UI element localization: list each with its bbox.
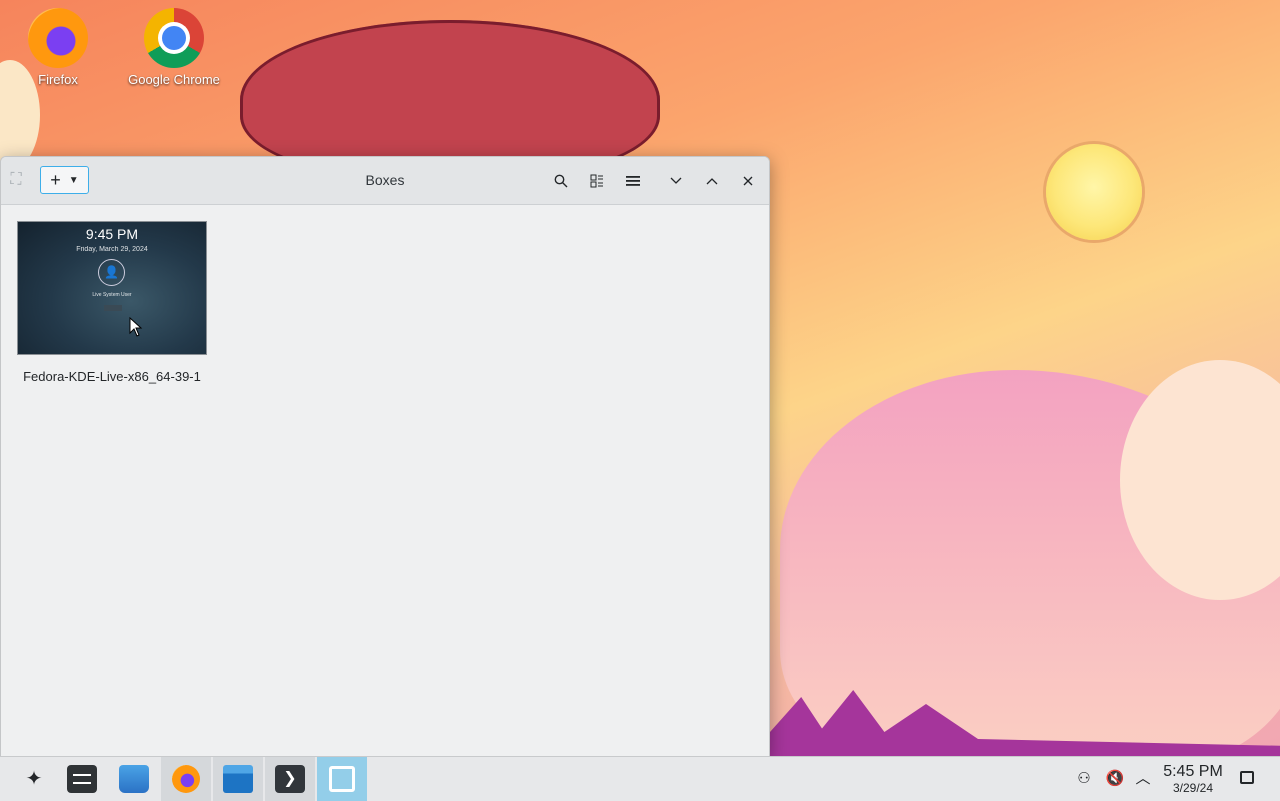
tray-expand-icon[interactable]: ︿: [1133, 769, 1153, 789]
desktop-icon-firefox[interactable]: Firefox: [3, 0, 113, 87]
close-icon: [743, 176, 753, 186]
minimize-icon: [670, 177, 682, 184]
taskbar-system-settings[interactable]: [57, 757, 107, 801]
volume-muted-icon[interactable]: 🔇: [1105, 769, 1125, 789]
user-avatar-icon: 👤: [98, 259, 125, 286]
taskbar-firefox[interactable]: [161, 757, 211, 801]
titlebar[interactable]: ⛶ + ▼ Boxes: [1, 157, 769, 205]
maximize-button[interactable]: [700, 169, 724, 193]
terminal-icon: ❯: [275, 765, 305, 793]
search-button[interactable]: [549, 169, 573, 193]
mouse-cursor-icon: [129, 317, 143, 337]
chrome-icon: [144, 8, 204, 68]
firefox-icon: [28, 8, 88, 68]
vm-preview-time: 9:45 PM: [85, 226, 139, 242]
clock[interactable]: 5:45 PM 3/29/24: [1160, 763, 1226, 795]
desktop-icon-label: Firefox: [38, 72, 78, 87]
vm-name[interactable]: Fedora-KDE-Live-x86_64-39-1: [17, 369, 207, 384]
vm-preview-user: Live System User: [92, 292, 132, 298]
desktop-icon-chrome[interactable]: Google Chrome: [119, 0, 229, 87]
system-settings-icon: [67, 765, 97, 793]
desktop-icon-label: Google Chrome: [128, 72, 220, 87]
vm-preview-login-button: [104, 305, 122, 311]
firefox-icon: [172, 765, 200, 793]
clock-time: 5:45 PM: [1163, 763, 1223, 780]
hamburger-menu-button[interactable]: [621, 169, 645, 193]
boxes-window: ⛶ + ▼ Boxes 9:45 PM Friday, March 29, 20…: [0, 156, 770, 758]
window-title: Boxes: [365, 172, 405, 188]
view-toggle-icon: [590, 174, 603, 188]
wallpaper-sun: [1046, 144, 1142, 240]
application-launcher-icon[interactable]: ✦: [20, 765, 48, 793]
menu-icon: [626, 176, 640, 186]
close-button[interactable]: [736, 169, 760, 193]
taskbar-discover[interactable]: [109, 757, 159, 801]
taskbar-boxes[interactable]: [317, 757, 367, 801]
vm-thumbnail[interactable]: 9:45 PM Friday, March 29, 2024 👤 Live Sy…: [17, 221, 207, 355]
boxes-icon: [329, 766, 355, 792]
taskbar: ✦ ❯ ⚇ 🔇 ︿ 5:45 PM 3/29/24: [0, 756, 1280, 801]
view-toggle-button[interactable]: [585, 169, 609, 193]
taskbar-terminal[interactable]: ❯: [265, 757, 315, 801]
maximize-icon: [706, 178, 718, 185]
minimize-button[interactable]: [664, 169, 688, 193]
network-icon[interactable]: ⚇: [1074, 769, 1094, 789]
vm-preview-date: Friday, March 29, 2024: [76, 246, 148, 253]
vm-grid: 9:45 PM Friday, March 29, 2024 👤 Live Sy…: [1, 205, 769, 757]
search-icon: [554, 174, 568, 188]
show-desktop-icon[interactable]: [1240, 771, 1254, 784]
files-icon: [223, 765, 253, 793]
clock-date: 3/29/24: [1172, 781, 1214, 795]
taskbar-files[interactable]: [213, 757, 263, 801]
discover-icon: [119, 765, 149, 793]
